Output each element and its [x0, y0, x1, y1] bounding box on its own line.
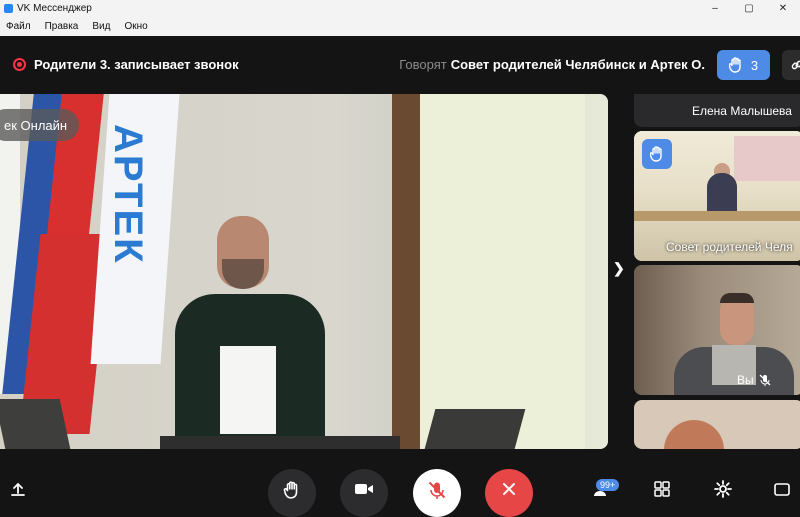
- raised-hands-button[interactable]: 3: [717, 50, 770, 80]
- camera-icon: [355, 484, 373, 494]
- link-icon: [791, 60, 800, 70]
- mic-muted-icon: [759, 374, 771, 386]
- recording-icon: [13, 58, 26, 71]
- share-screen-button[interactable]: [8, 479, 28, 499]
- raise-hand-button[interactable]: [268, 469, 316, 517]
- hang-up-button[interactable]: [485, 469, 533, 517]
- mic-muted-icon: [428, 481, 446, 499]
- microphone-button[interactable]: [413, 469, 461, 517]
- menu-edit[interactable]: Правка: [45, 21, 79, 32]
- raised-hand-icon: [650, 146, 662, 162]
- gear-icon: [714, 480, 732, 498]
- maximize-button[interactable]: ▢: [732, 0, 766, 17]
- participant-name: Совет родителей Челя: [666, 240, 793, 254]
- raised-hands-count: 3: [750, 57, 759, 73]
- layout-grid-button[interactable]: [652, 479, 672, 499]
- participants-count-badge: 99+: [596, 479, 620, 491]
- grid-icon: [654, 481, 670, 497]
- participant-tile-name[interactable]: Елена Малышева: [634, 94, 800, 127]
- menu-view[interactable]: Вид: [92, 21, 110, 32]
- settings-button[interactable]: [713, 479, 733, 499]
- main-video-label: ек Онлайн: [0, 109, 80, 141]
- raised-hand-badge: [642, 139, 672, 169]
- camera-button[interactable]: [340, 469, 388, 517]
- speaking-names: Совет родителей Челябинск и Артек О.: [450, 57, 705, 72]
- call-header: Родители 3. записывает звонок Говорят Сов…: [0, 36, 800, 94]
- menu-file[interactable]: Файл: [6, 21, 31, 32]
- recording-status: Родители 3. записывает звонок: [34, 57, 239, 72]
- speaking-prefix: Говорят: [399, 57, 447, 72]
- menu-bar: Файл Правка Вид Окно: [0, 17, 800, 36]
- raised-hand-icon: [283, 481, 298, 499]
- call-controls: 99+: [0, 449, 800, 517]
- speaking-indicator: Говорят Совет родителей Челябинск и Артек…: [399, 57, 705, 72]
- participant-tile[interactable]: [634, 400, 800, 449]
- artek-flag-text: АРТЕК: [106, 124, 150, 265]
- menu-window[interactable]: Окно: [124, 21, 147, 32]
- close-window-button[interactable]: ✕: [766, 0, 800, 17]
- participant-tile-self[interactable]: Вы: [634, 265, 800, 395]
- window-title: VK Мессенджер: [17, 3, 92, 14]
- link-button[interactable]: [782, 50, 800, 80]
- close-icon: [503, 483, 515, 495]
- upload-icon: [11, 482, 25, 496]
- window-icon: [774, 483, 790, 496]
- minimize-button[interactable]: –: [698, 0, 732, 17]
- participant-name: Вы: [737, 373, 754, 387]
- raised-hand-icon: [728, 57, 741, 73]
- chevron-right-icon[interactable]: ❯: [613, 260, 625, 277]
- fullscreen-button[interactable]: [772, 479, 792, 499]
- window-titlebar: VK Мессенджер – ▢ ✕: [0, 0, 800, 17]
- participant-tile[interactable]: Совет родителей Челя: [634, 131, 800, 261]
- vk-app-icon: [4, 4, 13, 13]
- main-video[interactable]: АРТЕК ек Онлайн: [0, 94, 608, 449]
